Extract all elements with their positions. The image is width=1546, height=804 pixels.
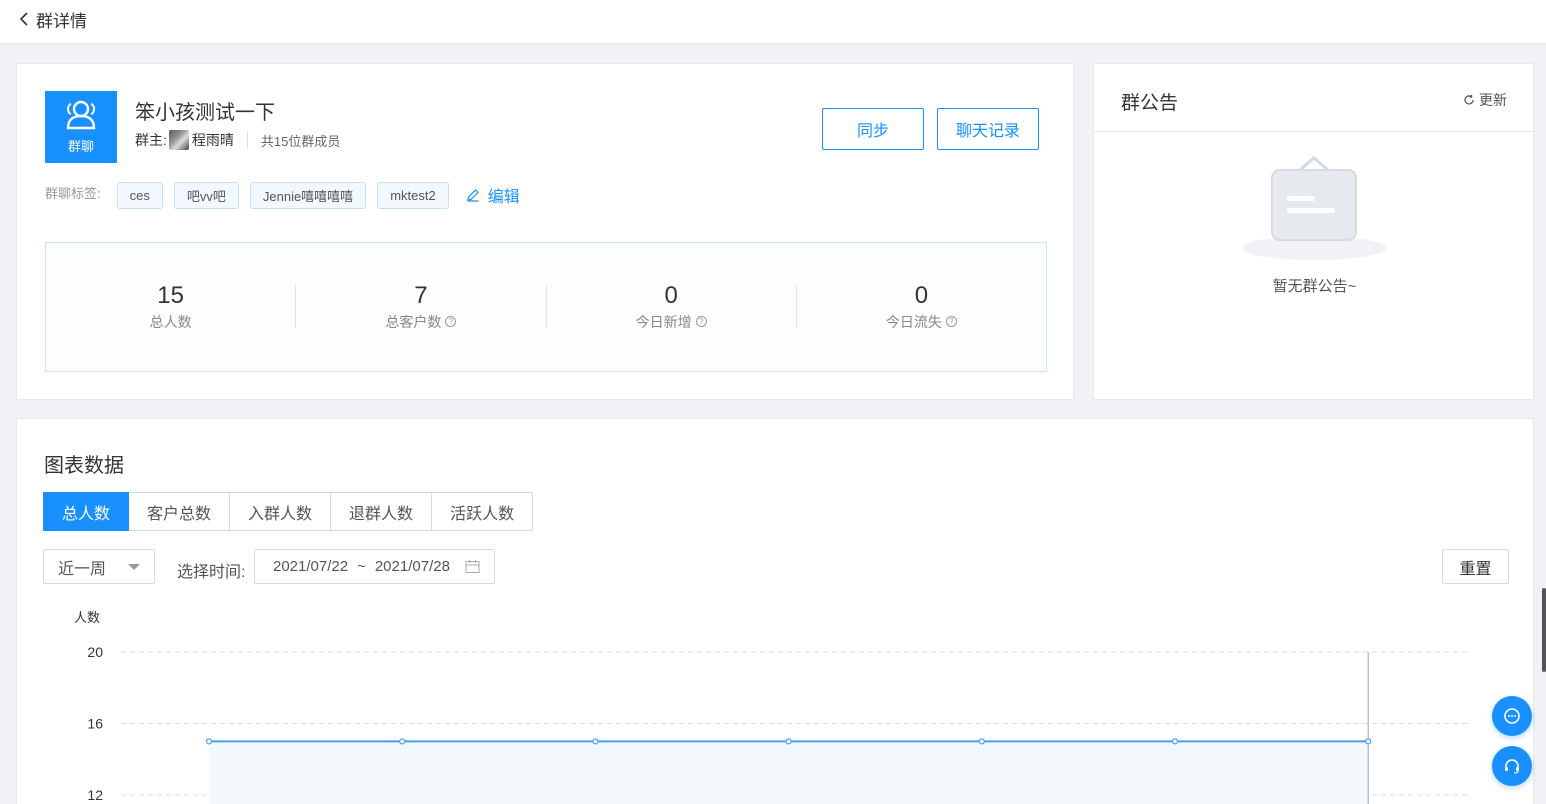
sync-button[interactable]: 同步 bbox=[822, 108, 924, 150]
stat-label: 今日流失 bbox=[885, 313, 942, 330]
member-count: 共15位群成员 bbox=[260, 133, 341, 149]
chat-record-button[interactable]: 聊天记录 bbox=[937, 108, 1039, 150]
notice-title: 群公告 bbox=[1121, 93, 1179, 114]
refresh-button[interactable]: 更新 bbox=[1463, 90, 1507, 110]
tag-chip: mktest2 bbox=[377, 181, 449, 209]
help-icon[interactable]: ? bbox=[945, 316, 957, 327]
empty-notice-text: 暂无群公告~ bbox=[1272, 278, 1357, 295]
y-tick-label: 20 bbox=[87, 644, 103, 660]
data-point[interactable] bbox=[1171, 738, 1179, 745]
data-point[interactable] bbox=[399, 738, 406, 745]
tag-chip: 吧vv吧 bbox=[173, 181, 239, 209]
y-tick-label: 12 bbox=[87, 787, 103, 803]
stat-value: 0 bbox=[914, 281, 929, 309]
owner-name: 程雨晴 bbox=[191, 132, 234, 148]
tag-chip: ces bbox=[116, 181, 163, 209]
notice-header: 群公告 更新 bbox=[1094, 64, 1533, 132]
headset-icon bbox=[1505, 759, 1519, 774]
owner-row: 群主: 程雨晴 共15位群成员 bbox=[135, 130, 340, 150]
edit-label: 编辑 bbox=[487, 189, 520, 206]
divider bbox=[246, 132, 248, 148]
chat-float-button[interactable] bbox=[1492, 696, 1532, 736]
stats-panel: 15 总人数 7 总客户数? 0 今日新增? 0 今日流失? bbox=[45, 242, 1047, 372]
top-bar: 群详情 bbox=[0, 0, 1546, 44]
data-point[interactable] bbox=[1365, 738, 1372, 745]
data-point[interactable] bbox=[785, 738, 792, 745]
back-button[interactable]: 群详情 bbox=[18, 8, 87, 31]
y-axis-label: 人数 bbox=[74, 610, 100, 625]
stat-label: 今日新增 bbox=[635, 313, 692, 330]
help-icon[interactable]: ? bbox=[695, 316, 707, 327]
tags-row: 群聊标签: ces 吧vv吧 Jennie嘻嘻嘻嘻 mktest2 编辑 bbox=[45, 181, 520, 209]
data-point[interactable] bbox=[592, 738, 599, 745]
chart-card: 图表数据 总人数 客户总数 入群人数 退群人数 活跃人数 近一周 选择时间: 2… bbox=[16, 418, 1534, 804]
tags-label: 群聊标签: bbox=[45, 185, 101, 201]
group-notice-card: 群公告 更新 暂无群公告~ bbox=[1093, 63, 1534, 400]
pencil-icon bbox=[466, 189, 479, 202]
data-point[interactable] bbox=[978, 738, 985, 745]
line-chart: 人数 20 16 12 bbox=[74, 610, 1467, 804]
stat-value: 15 bbox=[157, 281, 184, 309]
chat-bubble-icon bbox=[1504, 708, 1520, 724]
stat-label: 总人数 bbox=[149, 313, 192, 330]
stat-label: 总客户数 bbox=[385, 313, 442, 330]
data-point[interactable] bbox=[205, 738, 213, 745]
series-area bbox=[209, 741, 1369, 804]
stat-value: 7 bbox=[414, 281, 428, 309]
group-name: 笨小孩测试一下 bbox=[135, 102, 275, 124]
group-avatar: 群聊 bbox=[45, 91, 117, 163]
chevron-left-icon bbox=[19, 12, 28, 26]
support-float-button[interactable] bbox=[1492, 746, 1532, 786]
stat-today-lost: 0 今日流失? bbox=[797, 281, 1046, 330]
refresh-label: 更新 bbox=[1479, 92, 1507, 108]
scrollbar[interactable] bbox=[1542, 588, 1546, 672]
y-tick-label: 16 bbox=[87, 716, 103, 732]
stat-value: 0 bbox=[664, 281, 678, 309]
edit-tags-button[interactable]: 编辑 bbox=[466, 183, 520, 207]
owner-avatar bbox=[168, 130, 189, 150]
tag-chip: Jennie嘻嘻嘻嘻 bbox=[249, 181, 367, 209]
help-icon[interactable]: ? bbox=[445, 316, 457, 327]
page-title: 群详情 bbox=[36, 11, 87, 31]
group-info-card: 群聊 笨小孩测试一下 群主: 程雨晴 共15位群成员 同步 聊天记录 群聊标签:… bbox=[16, 63, 1074, 400]
refresh-icon bbox=[1464, 94, 1474, 105]
empty-board-icon bbox=[1242, 156, 1386, 260]
users-icon bbox=[66, 100, 96, 129]
stat-total-members: 15 总人数 bbox=[46, 281, 297, 330]
avatar-label: 群聊 bbox=[67, 138, 94, 154]
stat-total-customers: 7 总客户数? bbox=[296, 281, 547, 330]
stat-today-new: 0 今日新增? bbox=[547, 281, 797, 330]
owner-prefix: 群主: bbox=[135, 132, 167, 148]
